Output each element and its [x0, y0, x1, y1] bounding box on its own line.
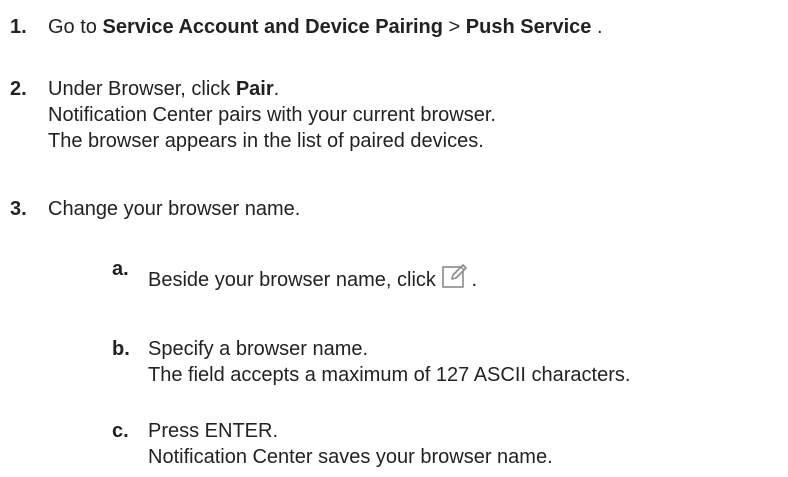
- substep-instruction: Specify a browser name.: [148, 338, 369, 360]
- menu-separator: >: [442, 16, 466, 38]
- step-text: Under Browser, click Pair. Notification …: [48, 76, 496, 154]
- substep-letter: b.: [112, 338, 130, 360]
- edit-icon: [441, 262, 471, 290]
- step-number: 2.: [10, 78, 27, 100]
- substep-result: The field accepts a maximum of 127 ASCII…: [148, 364, 631, 386]
- step-text: Go to Service Account and Device Pairing…: [48, 14, 603, 40]
- step-text-suffix: .: [591, 16, 603, 38]
- substep-instruction: Press ENTER.: [148, 420, 279, 442]
- step-text-prefix: Under Browser, click: [48, 78, 236, 100]
- step-number: 1.: [10, 16, 27, 38]
- substep-text: Beside your browser name, click .: [148, 262, 477, 293]
- step-number: 3.: [10, 198, 27, 220]
- step-text-prefix: Go to: [48, 16, 103, 38]
- step-instruction: Under Browser, click Pair.: [48, 76, 496, 102]
- step-result: Notification Center pairs with your curr…: [48, 104, 496, 126]
- step-text-suffix: .: [273, 78, 280, 100]
- substep-letter: c.: [112, 420, 129, 442]
- substep-result: Notification Center saves your browser n…: [148, 446, 553, 468]
- substep-letter: a.: [112, 258, 129, 280]
- step-result: The browser appears in the list of paire…: [48, 130, 484, 152]
- substep-text: Press ENTER. Notification Center saves y…: [148, 418, 553, 470]
- menu-path-service-account: Service Account and Device Pairing: [102, 16, 443, 38]
- substep-text: Specify a browser name. The field accept…: [148, 336, 630, 388]
- substep-suffix: .: [471, 269, 478, 291]
- substep-instruction: Beside your browser name, click: [148, 269, 442, 291]
- document-page: { "steps": [ { "number": "1.", "pre": "G…: [0, 0, 788, 477]
- pair-label: Pair: [235, 78, 274, 100]
- menu-path-push-service: Push Service: [465, 16, 592, 38]
- step-text: Change your browser name.: [48, 198, 301, 220]
